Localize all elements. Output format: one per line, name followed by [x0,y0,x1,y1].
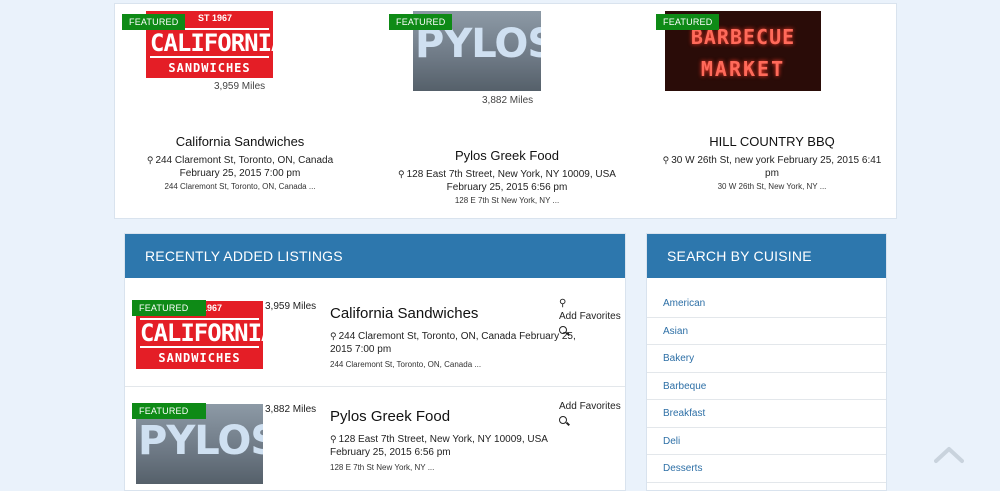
map-marker-icon[interactable]: ⚲ [559,298,566,309]
image-text: MARKET [700,57,786,81]
listing-name[interactable]: California Sandwiches [110,134,370,149]
cuisine-list: American Asian Bakery Barbeque Breakfast… [647,290,886,483]
cuisine-link-barbeque[interactable]: Barbeque [647,373,886,400]
featured-badge: FEATURED [656,14,720,30]
list-item[interactable]: PYLOS FEATURED 3,882 Miles Pylos Greek F… [125,386,625,491]
recent-listings-panel: RECENTLY ADDED LISTINGS ST 1967 CALIFORN… [124,233,626,491]
map-marker-icon: ⚲ [398,169,405,179]
listing-short-address: 30 W 26th St, New York, NY ... [717,182,827,191]
cuisine-link-asian[interactable]: Asian [647,318,886,345]
image-text: SANDWICHES [158,351,241,365]
featured-badge: FEATURED [122,14,186,30]
map-marker-icon: ⚲ [146,155,154,165]
image-text: CALIFORNIA [140,318,263,348]
distance-label: 3,959 Miles [214,81,266,92]
listing-name[interactable]: Pylos Greek Food [377,148,637,163]
featured-listings: ST 1967 CALIFORNIA SANDWICHES FEATURED 3… [114,3,897,219]
search-icon[interactable] [559,416,567,427]
map-marker-icon: ⚲ [330,331,337,341]
image-text: ST 1967 [198,13,233,23]
recent-listings-title: RECENTLY ADDED LISTINGS [125,234,625,278]
image-text: CALIFORNIA [150,28,273,58]
chevron-up-icon[interactable] [934,444,964,464]
search-icon[interactable] [559,326,567,337]
listing-address: ⚲ 244 Claremont St, Toronto, ON, Canada [146,155,334,166]
featured-badge: FEATURED [389,14,453,30]
listing-short-address: 128 E 7th St New York, NY ... [454,196,560,205]
cuisine-title: SEARCH BY CUISINE [647,234,886,278]
distance-label: 3,882 Miles [482,95,534,106]
distance-label: 3,959 Miles [265,301,317,312]
listing-address: ⚲ 30 W 26th St, new york February 25, 201… [662,155,882,179]
listing-short-address: 244 Claremont St, Toronto, ON, Canada ..… [330,360,482,369]
listing-short-address: 244 Claremont St, Toronto, ON, Canada ..… [164,182,316,191]
map-marker-icon: ⚲ [662,155,670,165]
listing-name[interactable]: Pylos Greek Food [330,408,450,425]
listing-address: ⚲ 128 East 7th Street, New York, NY 10009… [330,434,548,458]
image-text: SANDWICHES [168,61,251,75]
list-item[interactable]: ST 1967 CALIFORNIA SANDWICHES FEATURED 3… [125,278,625,386]
cuisine-link-deli[interactable]: Deli [647,428,886,455]
listing-name[interactable]: HILL COUNTRY BBQ [642,134,902,149]
featured-badge: FEATURED [132,403,206,419]
cuisine-link-american[interactable]: American [647,290,886,318]
search-by-cuisine-panel: SEARCH BY CUISINE American Asian Bakery … [646,233,887,491]
listing-short-address: 128 E 7th St New York, NY ... [330,463,435,472]
listing-address: ⚲ 244 Claremont St, Toronto, ON, Canada F… [330,331,576,355]
image-text: PYLOS [138,418,263,464]
add-favorites-link[interactable]: Add Favorites [559,311,621,322]
listing-date: February 25, 2015 6:56 pm [446,182,568,193]
listing-name[interactable]: California Sandwiches [330,305,478,322]
map-marker-icon: ⚲ [330,434,337,444]
cuisine-link-bakery[interactable]: Bakery [647,345,886,373]
add-favorites-link[interactable]: Add Favorites [559,401,621,412]
cuisine-link-desserts[interactable]: Desserts [647,455,886,483]
featured-badge: FEATURED [132,300,206,316]
distance-label: 3,882 Miles [265,404,317,415]
listing-date: February 25, 2015 7:00 pm [179,168,301,179]
listing-address: ⚲ 128 East 7th Street, New York, NY 10009… [398,169,616,180]
cuisine-link-breakfast[interactable]: Breakfast [647,400,886,428]
